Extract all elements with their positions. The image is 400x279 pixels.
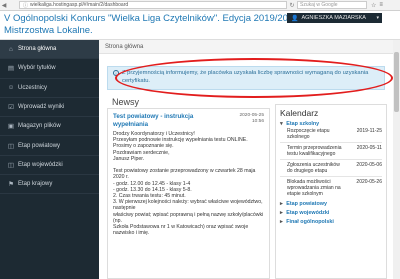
calendar-section-label: Etap wojewódzki (286, 210, 330, 216)
page-title: V Ogólnopolski Konkurs "Wielka Liga Czyt… (4, 13, 302, 36)
search-placeholder: Szukaj w Google (300, 2, 338, 8)
calendar-event: Rozpoczęcie etapu szkolnego 2019-11-25 (280, 127, 382, 141)
chevron-right-icon: ▸ (280, 201, 283, 207)
url-text: wielkaliga.hostingasp.pl/#/main/2/dashbo… (30, 2, 129, 8)
calendar-event: Blokada możliwości wprowadzania zmian na… (280, 178, 382, 198)
divider (280, 159, 382, 160)
user-icon: 👤 (291, 15, 299, 22)
calendar-section-voivodeship[interactable]: ▸ Etap wojewódzki (280, 210, 382, 216)
lock-area (8, 1, 16, 9)
map-icon: ◫ (7, 161, 15, 169)
chevron-down-icon: ▾ (280, 121, 283, 127)
info-icon: ⓘ (23, 2, 29, 9)
chevron-right-icon: ▸ (280, 210, 283, 216)
calendar-event: Zgłoszenia uczestników do drugiego etapu… (280, 161, 382, 175)
calendar-section-label: Etap powiatowy (286, 201, 327, 207)
scrollbar-thumb[interactable] (394, 52, 399, 112)
sidebar-item-label: Etap wojewódzki (18, 161, 63, 168)
chevron-down-icon: ▾ (376, 15, 379, 21)
star-icon[interactable]: ☆ (371, 2, 376, 9)
flag-icon: ⚑ (8, 181, 14, 189)
check-icon: ☑ (8, 104, 14, 112)
divider (280, 142, 382, 143)
users-icon: ☺ (7, 84, 15, 92)
sidebar-item-label: Strona główna (18, 46, 57, 53)
sidebar: ⌂ Strona główna ▤ Wybór tytułów ☺ Uczest… (0, 40, 99, 279)
reload-icon[interactable]: ↻ (287, 2, 297, 9)
browser-search-input[interactable]: Szukaj w Google (297, 1, 367, 9)
user-name: AGNIESZKA MAZIARSKA (301, 15, 366, 21)
sidebar-item-label: Etap krajowy (18, 181, 53, 188)
calendar-section-county[interactable]: ▸ Etap powiatowy (280, 201, 382, 207)
calendar-section-label: Etap szkolny (286, 121, 320, 127)
page-scrollbar[interactable] (393, 40, 400, 279)
book-icon: ▤ (7, 65, 15, 73)
sidebar-item-label: Uczestnicy (18, 84, 48, 91)
divider (280, 176, 382, 177)
address-bar[interactable]: ⓘ wielkaliga.hostingasp.pl/#/main/2/dash… (19, 1, 287, 9)
calendar-event-date: 2020-05-06 (356, 162, 382, 168)
sidebar-item-participants[interactable]: ☺ Uczestnicy (0, 79, 99, 98)
news-item-time: 10:56 (251, 119, 264, 124)
news-heading: Newsy (112, 97, 140, 107)
sidebar-item-files[interactable]: ▣ Magazyn plików (0, 117, 99, 137)
folder-icon: ▣ (7, 123, 15, 131)
sidebar-item-label: Wybór tytułów (18, 65, 56, 72)
calendar-heading: Kalendarz (280, 108, 319, 118)
info-circle-icon: i (113, 70, 119, 76)
calendar-panel: Kalendarz ▾ Etap szkolny Rozpoczęcie eta… (275, 104, 387, 279)
calendar-event: Termin przeprowadzenia testu kwalifikacy… (280, 144, 382, 158)
breadcrumb: Strona główna (99, 40, 393, 54)
alert-text: Z przyjemnością informujemy, że placówka… (122, 70, 369, 84)
sidebar-item-titles[interactable]: ▤ Wybór tytułów (0, 59, 99, 79)
map-icon: ◫ (7, 142, 15, 150)
calendar-event-date: 2019-11-25 (356, 128, 382, 134)
sidebar-item-home[interactable]: ⌂ Strona główna (0, 40, 99, 60)
breadcrumb-current: Strona główna (105, 43, 144, 50)
sidebar-item-label: Wprowadź wyniki (18, 104, 65, 111)
menu-icon[interactable]: ≡ (379, 2, 383, 9)
news-item-title[interactable]: Test powiatowy - instrukcja wypełniania (113, 113, 213, 128)
news-item-datetime: 2020-05-25 10:56 (239, 113, 264, 128)
chevron-right-icon: ▸ (280, 219, 283, 225)
news-item-body: Drodzy Koordynatorzy i Uczestnicy! Przes… (113, 131, 264, 237)
back-icon[interactable]: ◀ (0, 1, 8, 9)
sidebar-item-national-stage[interactable]: ⚑ Etap krajowy (0, 175, 99, 195)
calendar-event-name: Zgłoszenia uczestników do drugiego etapu (287, 162, 340, 174)
news-panel: Test powiatowy - instrukcja wypełniania … (107, 108, 270, 279)
calendar-event-name: Rozpoczęcie etapu szkolnego (287, 128, 330, 140)
sidebar-item-county-stage[interactable]: ◫ Etap powiatowy (0, 136, 99, 156)
calendar-event-name: Termin przeprowadzenia testu kwalifikacy… (287, 145, 342, 157)
browser-toolbar: ◀ ⓘ wielkaliga.hostingasp.pl/#/main/2/da… (0, 0, 400, 11)
user-menu[interactable]: 👤 AGNIESZKA MAZIARSKA ▾ (287, 13, 382, 23)
sidebar-item-voivodeship-stage[interactable]: ◫ Etap wojewódzki (0, 156, 99, 176)
certificate-alert: i Z przyjemnością informujemy, że placów… (107, 66, 385, 90)
home-icon: ⌂ (9, 45, 13, 53)
sidebar-item-label: Magazyn plików (18, 123, 61, 130)
calendar-section-national[interactable]: ▸ Finał ogólnopolski (280, 219, 382, 225)
sidebar-item-results[interactable]: ☑ Wprowadź wyniki (0, 98, 99, 118)
calendar-section-label: Finał ogólnopolski (286, 219, 334, 225)
calendar-event-date: 2020-05-26 (356, 179, 382, 185)
calendar-event-name: Blokada możliwości wprowadzania zmian na… (287, 179, 341, 197)
app-header: V Ogólnopolski Konkurs "Wielka Liga Czyt… (0, 11, 400, 40)
sidebar-item-label: Etap powiatowy (18, 142, 61, 149)
calendar-event-date: 2020-05-11 (356, 145, 382, 151)
